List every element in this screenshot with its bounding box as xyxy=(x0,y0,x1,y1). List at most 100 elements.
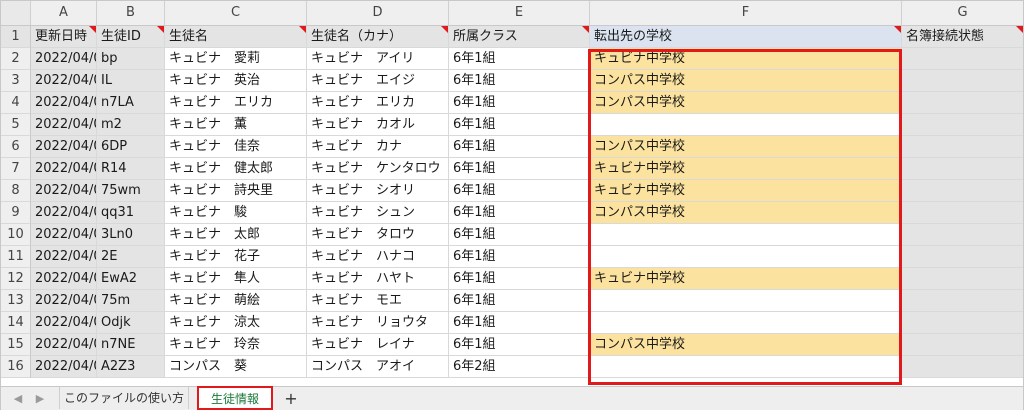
cell-student-name[interactable]: キュビナ 佳奈 xyxy=(165,136,307,158)
cell-student-kana[interactable]: キュビナ シオリ xyxy=(307,180,449,202)
column-header-c[interactable]: C xyxy=(165,1,307,25)
header-cell-transfer-school[interactable]: 転出先の学校 xyxy=(590,26,902,48)
cell-student-id[interactable]: m2 xyxy=(97,114,165,136)
cell-class[interactable]: 6年1組 xyxy=(449,312,590,334)
cell-transfer-school[interactable]: コンパス中学校 xyxy=(590,70,902,92)
cell-student-kana[interactable]: キュビナ エリカ xyxy=(307,92,449,114)
column-header-d[interactable]: D xyxy=(307,1,449,25)
cell-roster-status[interactable] xyxy=(902,356,1023,378)
cell-student-kana[interactable]: キュビナ エイジ xyxy=(307,70,449,92)
cell-student-name[interactable]: キュビナ 太郎 xyxy=(165,224,307,246)
cell-student-kana[interactable]: キュビナ ハヤト xyxy=(307,268,449,290)
cell-transfer-school[interactable] xyxy=(590,356,902,378)
cell-student-kana[interactable]: キュビナ ケンタロウ xyxy=(307,158,449,180)
cell-updated[interactable]: 2022/04/0 xyxy=(31,290,97,312)
cell-student-id[interactable]: R14 xyxy=(97,158,165,180)
column-header-a[interactable]: A xyxy=(31,1,97,25)
cell-updated[interactable]: 2022/04/0 xyxy=(31,136,97,158)
row-number[interactable]: 5 xyxy=(1,114,31,136)
header-cell-student-id[interactable]: 生徒ID xyxy=(97,26,165,48)
cell-transfer-school[interactable]: キュビナ中学校 xyxy=(590,180,902,202)
cell-roster-status[interactable] xyxy=(902,334,1023,356)
cell-student-name[interactable]: キュビナ 花子 xyxy=(165,246,307,268)
cell-roster-status[interactable] xyxy=(902,268,1023,290)
cell-student-id[interactable]: A2Z3 xyxy=(97,356,165,378)
cell-updated[interactable]: 2022/04/0 xyxy=(31,70,97,92)
cell-class[interactable]: 6年1組 xyxy=(449,334,590,356)
cell-roster-status[interactable] xyxy=(902,180,1023,202)
cell-transfer-school[interactable] xyxy=(590,312,902,334)
row-number[interactable]: 2 xyxy=(1,48,31,70)
row-number[interactable]: 3 xyxy=(1,70,31,92)
cell-student-name[interactable]: キュビナ 詩央里 xyxy=(165,180,307,202)
cell-student-kana[interactable]: キュビナ タロウ xyxy=(307,224,449,246)
cell-transfer-school[interactable]: キュビナ中学校 xyxy=(590,268,902,290)
cell-student-kana[interactable]: キュビナ シュン xyxy=(307,202,449,224)
header-cell-student-name[interactable]: 生徒名 xyxy=(165,26,307,48)
cell-student-id[interactable]: EwA2 xyxy=(97,268,165,290)
header-cell-roster-status[interactable]: 名簿接続状態 xyxy=(902,26,1023,48)
cell-student-name[interactable]: キュビナ 萌絵 xyxy=(165,290,307,312)
cell-updated[interactable]: 2022/04/0 xyxy=(31,114,97,136)
cell-student-name[interactable]: キュビナ 英治 xyxy=(165,70,307,92)
cell-roster-status[interactable] xyxy=(902,48,1023,70)
cell-updated[interactable]: 2022/04/0 xyxy=(31,180,97,202)
cell-roster-status[interactable] xyxy=(902,114,1023,136)
cell-student-name[interactable]: キュビナ 駿 xyxy=(165,202,307,224)
cell-student-id[interactable]: 6DP xyxy=(97,136,165,158)
cell-class[interactable]: 6年1組 xyxy=(449,268,590,290)
add-sheet-button[interactable]: + xyxy=(279,387,303,410)
cell-student-id[interactable]: 3Ln0 xyxy=(97,224,165,246)
cell-roster-status[interactable] xyxy=(902,202,1023,224)
cell-class[interactable]: 6年1組 xyxy=(449,158,590,180)
cell-student-name[interactable]: キュビナ 隼人 xyxy=(165,268,307,290)
row-number[interactable]: 4 xyxy=(1,92,31,114)
cell-student-id[interactable]: IL xyxy=(97,70,165,92)
header-cell-updated[interactable]: 更新日時 xyxy=(31,26,97,48)
select-all-corner[interactable] xyxy=(1,1,31,25)
cell-student-id[interactable]: bp xyxy=(97,48,165,70)
cell-transfer-school[interactable] xyxy=(590,246,902,268)
cell-student-name[interactable]: キュビナ 涼太 xyxy=(165,312,307,334)
cell-updated[interactable]: 2022/04/0 xyxy=(31,202,97,224)
row-number[interactable]: 11 xyxy=(1,246,31,268)
header-cell-student-kana[interactable]: 生徒名（カナ） xyxy=(307,26,449,48)
cell-student-kana[interactable]: キュビナ リョウタ xyxy=(307,312,449,334)
cell-student-id[interactable]: 75wm xyxy=(97,180,165,202)
header-cell-class[interactable]: 所属クラス xyxy=(449,26,590,48)
cell-updated[interactable]: 2022/04/0 xyxy=(31,246,97,268)
cell-roster-status[interactable] xyxy=(902,92,1023,114)
cell-student-id[interactable]: 75m xyxy=(97,290,165,312)
cell-class[interactable]: 6年1組 xyxy=(449,180,590,202)
row-number[interactable]: 1 xyxy=(1,26,31,48)
cell-student-name[interactable]: キュビナ エリカ xyxy=(165,92,307,114)
tab-how-to-use[interactable]: このファイルの使い方 xyxy=(59,387,189,409)
cell-student-id[interactable]: n7LA xyxy=(97,92,165,114)
cell-student-kana[interactable]: コンパス アオイ xyxy=(307,356,449,378)
cell-student-kana[interactable]: キュビナ レイナ xyxy=(307,334,449,356)
cell-student-name[interactable]: キュビナ 薫 xyxy=(165,114,307,136)
cell-roster-status[interactable] xyxy=(902,312,1023,334)
cell-student-id[interactable]: Odjk xyxy=(97,312,165,334)
cell-student-kana[interactable]: キュビナ カナ xyxy=(307,136,449,158)
column-header-g[interactable]: G xyxy=(902,1,1023,25)
cell-transfer-school[interactable] xyxy=(590,290,902,312)
cell-class[interactable]: 6年1組 xyxy=(449,136,590,158)
cell-updated[interactable]: 2022/04/0 xyxy=(31,48,97,70)
cell-transfer-school[interactable]: コンパス中学校 xyxy=(590,92,902,114)
cell-roster-status[interactable] xyxy=(902,136,1023,158)
row-number[interactable]: 16 xyxy=(1,356,31,378)
cell-class[interactable]: 6年1組 xyxy=(449,224,590,246)
cell-transfer-school[interactable]: コンパス中学校 xyxy=(590,334,902,356)
tab-prev-icon[interactable]: ◀ xyxy=(9,387,27,410)
cell-class[interactable]: 6年1組 xyxy=(449,70,590,92)
cell-updated[interactable]: 2022/04/0 xyxy=(31,268,97,290)
cell-class[interactable]: 6年1組 xyxy=(449,246,590,268)
cell-class[interactable]: 6年2組 xyxy=(449,356,590,378)
cell-student-name[interactable]: キュビナ 愛莉 xyxy=(165,48,307,70)
cell-student-id[interactable]: n7NE xyxy=(97,334,165,356)
cell-transfer-school[interactable]: キュビナ中学校 xyxy=(590,158,902,180)
column-header-f[interactable]: F xyxy=(590,1,902,25)
cell-updated[interactable]: 2022/04/0 xyxy=(31,334,97,356)
row-number[interactable]: 10 xyxy=(1,224,31,246)
